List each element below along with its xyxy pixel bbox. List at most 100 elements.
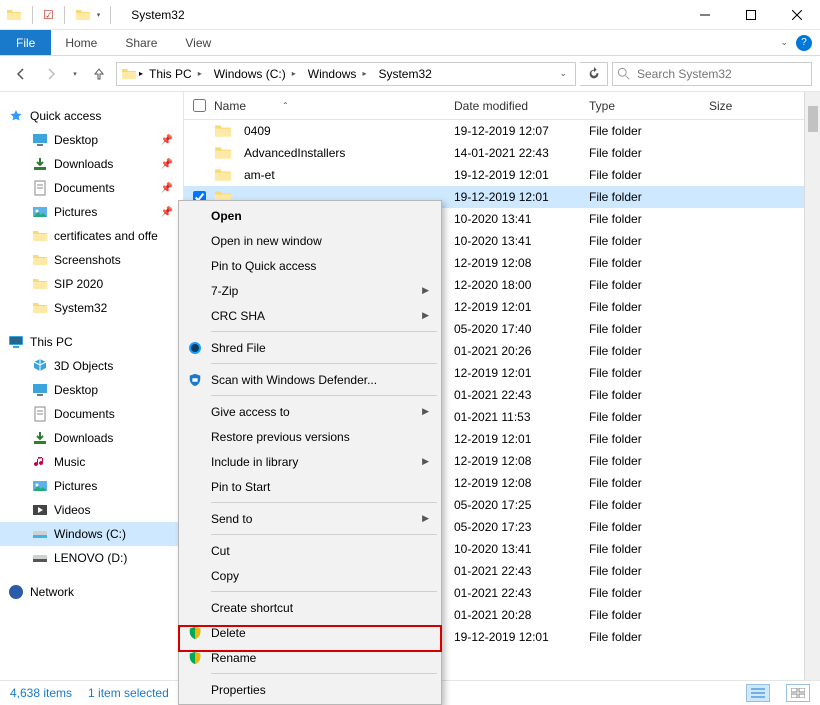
context-item[interactable]: Include in library▶ bbox=[181, 449, 439, 474]
sidebar-pc-item[interactable]: Downloads bbox=[0, 426, 183, 450]
folder-icon bbox=[214, 166, 232, 184]
search-box[interactable] bbox=[612, 62, 812, 86]
up-button[interactable] bbox=[86, 61, 112, 87]
context-item[interactable]: Open in new window bbox=[181, 228, 439, 253]
sidebar-pc-item[interactable]: 3D Objects bbox=[0, 354, 183, 378]
recent-locations-button[interactable]: ▾ bbox=[68, 61, 82, 87]
context-item[interactable]: 7-Zip▶ bbox=[181, 278, 439, 303]
item-icon bbox=[32, 406, 48, 422]
header-date[interactable]: Date modified bbox=[454, 92, 589, 119]
crumb-system32[interactable]: System32 bbox=[374, 67, 435, 81]
header-size[interactable]: Size bbox=[709, 92, 789, 119]
view-tab[interactable]: View bbox=[171, 30, 225, 55]
sidebar-quick-item[interactable]: Screenshots bbox=[0, 248, 183, 272]
header-type[interactable]: Type bbox=[589, 92, 709, 119]
qat-dropdown-icon[interactable]: ▾ bbox=[97, 11, 101, 19]
sidebar-quick-item[interactable]: certificates and offe bbox=[0, 224, 183, 248]
context-item[interactable]: Send to▶ bbox=[181, 506, 439, 531]
context-item[interactable]: Properties bbox=[181, 677, 439, 702]
file-tab[interactable]: File bbox=[0, 30, 51, 55]
header-check[interactable] bbox=[184, 92, 214, 119]
status-selected: 1 item selected bbox=[88, 686, 169, 700]
maximize-button[interactable] bbox=[728, 0, 774, 30]
sidebar-pc-item[interactable]: Videos bbox=[0, 498, 183, 522]
file-row[interactable]: 040919-12-2019 12:07File folder bbox=[184, 120, 820, 142]
item-icon bbox=[32, 132, 48, 148]
ribbon-expand-icon[interactable]: ⌄ bbox=[780, 37, 788, 48]
details-view-button[interactable] bbox=[746, 684, 770, 702]
home-tab[interactable]: Home bbox=[51, 30, 111, 55]
scrollbar[interactable] bbox=[804, 92, 820, 680]
back-button[interactable] bbox=[8, 61, 34, 87]
row-type: File folder bbox=[589, 340, 709, 362]
address-dropdown-icon[interactable]: ⌄ bbox=[555, 68, 571, 79]
header-name[interactable]: Name⌃ bbox=[214, 92, 454, 119]
row-size bbox=[709, 164, 789, 186]
context-item[interactable]: Pin to Start bbox=[181, 474, 439, 499]
crumb-thispc[interactable]: This PC▸ bbox=[145, 67, 208, 81]
context-item[interactable]: Rename bbox=[181, 645, 439, 670]
submenu-arrow-icon: ▶ bbox=[422, 310, 429, 321]
close-button[interactable] bbox=[774, 0, 820, 30]
this-pc[interactable]: This PC bbox=[0, 330, 183, 354]
context-item[interactable]: Give access to▶ bbox=[181, 399, 439, 424]
pc-icon bbox=[8, 334, 24, 350]
item-icon bbox=[32, 252, 48, 268]
row-size bbox=[709, 582, 789, 604]
sidebar-pc-item[interactable]: Windows (C:) bbox=[0, 522, 183, 546]
file-row[interactable]: AdvancedInstallers14-01-2021 22:43File f… bbox=[184, 142, 820, 164]
sidebar-quick-item[interactable]: Downloads📌 bbox=[0, 152, 183, 176]
context-item[interactable]: Create shortcut bbox=[181, 595, 439, 620]
row-type: File folder bbox=[589, 164, 709, 186]
item-icon bbox=[32, 478, 48, 494]
file-row[interactable]: am-et19-12-2019 12:01File folder bbox=[184, 164, 820, 186]
row-date: 12-2019 12:01 bbox=[454, 428, 589, 450]
row-size bbox=[709, 604, 789, 626]
crumb-windows[interactable]: Windows▸ bbox=[304, 67, 373, 81]
quick-access[interactable]: Quick access bbox=[0, 104, 183, 128]
row-date: 10-2020 13:41 bbox=[454, 538, 589, 560]
row-date: 19-12-2019 12:01 bbox=[454, 626, 589, 648]
sidebar-quick-item[interactable]: System32 bbox=[0, 296, 183, 320]
submenu-arrow-icon: ▶ bbox=[422, 406, 429, 417]
row-name: am-et bbox=[244, 168, 275, 182]
context-item[interactable]: Copy bbox=[181, 563, 439, 588]
row-size bbox=[709, 516, 789, 538]
forward-button[interactable] bbox=[38, 61, 64, 87]
address-bar[interactable]: ▸ This PC▸ Windows (C:)▸ Windows▸ System… bbox=[116, 62, 576, 86]
sidebar-pc-item[interactable]: Music bbox=[0, 450, 183, 474]
folder-icon bbox=[75, 7, 91, 23]
context-item[interactable]: Cut bbox=[181, 538, 439, 563]
row-date: 05-2020 17:23 bbox=[454, 516, 589, 538]
thumbnails-view-button[interactable] bbox=[786, 684, 810, 702]
network[interactable]: Network bbox=[0, 580, 183, 604]
pin-icon: 📌 bbox=[161, 159, 173, 170]
sidebar-quick-item[interactable]: SIP 2020 bbox=[0, 272, 183, 296]
context-item[interactable]: Scan with Windows Defender... bbox=[181, 367, 439, 392]
scrollbar-thumb[interactable] bbox=[808, 106, 818, 132]
sidebar-pc-item[interactable]: Documents bbox=[0, 402, 183, 426]
refresh-button[interactable] bbox=[580, 62, 608, 86]
sidebar-pc-item[interactable]: Desktop bbox=[0, 378, 183, 402]
share-tab[interactable]: Share bbox=[111, 30, 171, 55]
sidebar-quick-item[interactable]: Desktop📌 bbox=[0, 128, 183, 152]
search-icon bbox=[617, 67, 631, 81]
context-item[interactable]: Shred File bbox=[181, 335, 439, 360]
context-item[interactable]: Restore previous versions bbox=[181, 424, 439, 449]
context-item[interactable]: CRC SHA▶ bbox=[181, 303, 439, 328]
item-icon bbox=[32, 502, 48, 518]
sidebar-quick-item[interactable]: Documents📌 bbox=[0, 176, 183, 200]
sidebar-quick-item[interactable]: Pictures📌 bbox=[0, 200, 183, 224]
minimize-button[interactable] bbox=[682, 0, 728, 30]
sidebar-pc-item[interactable]: Pictures bbox=[0, 474, 183, 498]
folder-icon bbox=[6, 7, 22, 23]
search-input[interactable] bbox=[637, 67, 807, 81]
crumb-c[interactable]: Windows (C:)▸ bbox=[210, 67, 302, 81]
context-item[interactable]: Delete bbox=[181, 620, 439, 645]
context-item[interactable]: Open bbox=[181, 203, 439, 228]
context-item[interactable]: Pin to Quick access bbox=[181, 253, 439, 278]
row-size bbox=[709, 186, 789, 208]
qat-checkbox-icon[interactable]: ☑ bbox=[43, 8, 54, 22]
sidebar-pc-item[interactable]: LENOVO (D:) bbox=[0, 546, 183, 570]
help-icon[interactable]: ? bbox=[796, 35, 812, 51]
